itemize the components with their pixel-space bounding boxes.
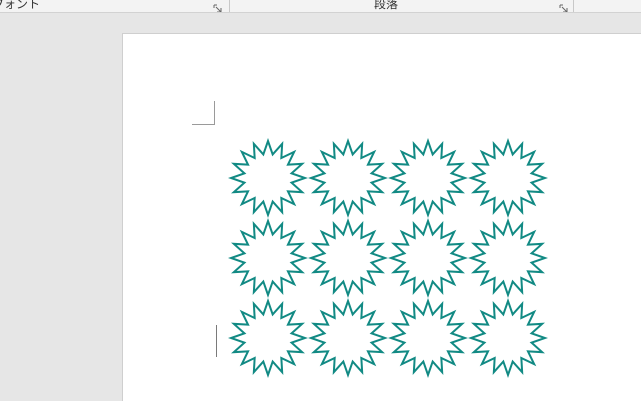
star-shape[interactable] bbox=[307, 138, 389, 219]
font-dialog-launcher-icon[interactable] bbox=[213, 0, 223, 12]
star-shape[interactable] bbox=[228, 138, 309, 219]
paragraph-group-label: 段落 bbox=[374, 0, 399, 11]
star-shape[interactable] bbox=[467, 138, 548, 219]
star-shape[interactable] bbox=[387, 138, 469, 219]
star-shape[interactable] bbox=[387, 297, 469, 379]
font-group-label: フォント bbox=[0, 0, 41, 11]
star-shape[interactable] bbox=[228, 297, 309, 379]
paragraph-dialog-launcher-icon[interactable] bbox=[559, 0, 569, 12]
star-shape[interactable] bbox=[467, 217, 548, 299]
text-cursor bbox=[216, 325, 217, 357]
margin-corner-mark-vertical bbox=[214, 101, 215, 125]
ribbon-group-separator bbox=[573, 0, 574, 12]
star-shape[interactable] bbox=[307, 297, 389, 379]
ribbon: フォント 段落 bbox=[0, 0, 641, 13]
star-shape[interactable] bbox=[228, 217, 309, 299]
star-shapes-grid[interactable] bbox=[228, 138, 548, 383]
star-shape[interactable] bbox=[387, 217, 469, 299]
ribbon-group-separator bbox=[229, 0, 230, 12]
star-shape[interactable] bbox=[307, 217, 389, 299]
margin-corner-mark-horizontal bbox=[192, 124, 215, 125]
star-shape[interactable] bbox=[467, 297, 548, 379]
